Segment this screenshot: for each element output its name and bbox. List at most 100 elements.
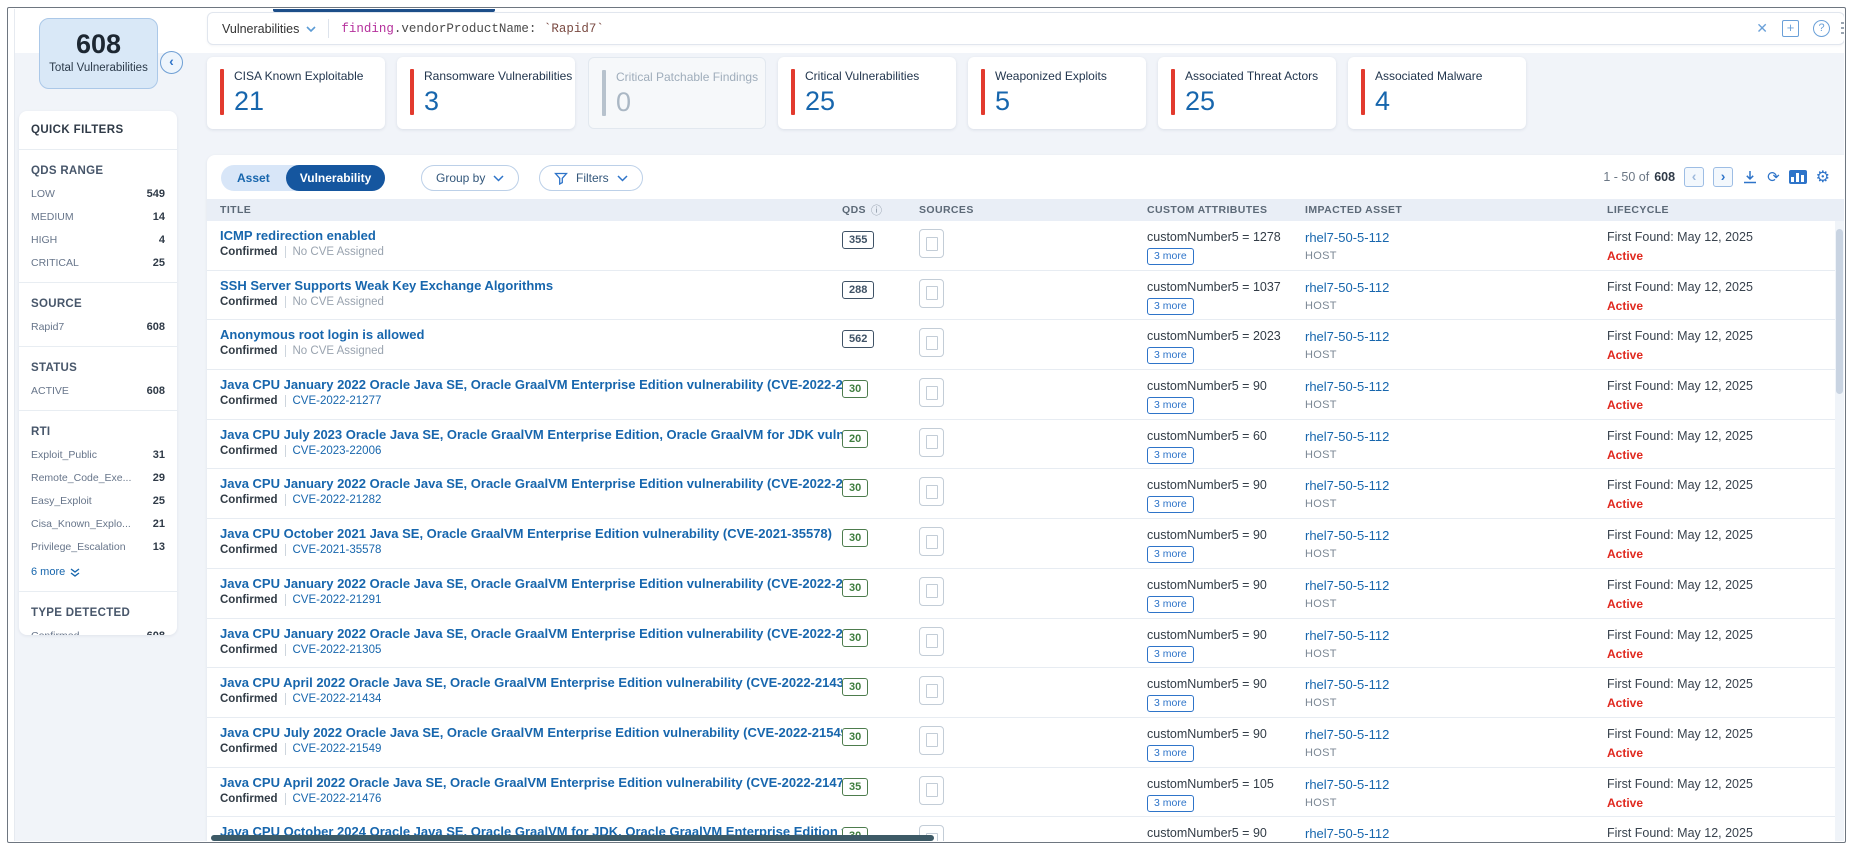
tab-vulnerability[interactable]: Vulnerability [286, 165, 386, 191]
vulnerability-title-link[interactable]: Java CPU January 2022 Oracle Java SE, Or… [220, 476, 842, 491]
more-attributes-button[interactable]: 3 more [1147, 397, 1194, 414]
more-attributes-button[interactable]: 3 more [1147, 646, 1194, 663]
table-header: TITLE QDSⓘ SOURCES CUSTOM ATTRIBUTES IMP… [207, 199, 1844, 221]
more-attributes-button[interactable]: 3 more [1147, 496, 1194, 513]
divider [19, 282, 177, 283]
table-row: Java CPU April 2022 Oracle Java SE, Orac… [207, 668, 1835, 718]
horizontal-scrollbar[interactable] [211, 835, 934, 841]
impacted-asset-link[interactable]: rhel7-50-5-112 [1305, 379, 1607, 394]
more-attributes-button[interactable]: 3 more [1147, 695, 1194, 712]
more-attributes-button[interactable]: 3 more [1147, 546, 1194, 563]
impacted-asset-link[interactable]: rhel7-50-5-112 [1305, 826, 1607, 841]
table-row: ICMP redirection enabled ConfirmedNo CVE… [207, 221, 1835, 271]
more-attributes-button[interactable]: 3 more [1147, 248, 1194, 265]
vulnerability-title-link[interactable]: Java CPU April 2022 Oracle Java SE, Orac… [220, 775, 842, 790]
pagination-total: 608 [1654, 170, 1675, 184]
filter-item-remote-code-exec[interactable]: Remote_Code_Exe...29 [31, 472, 165, 484]
stat-card-associated-malware[interactable]: Associated Malware 4 [1348, 57, 1526, 129]
source-icon [919, 726, 944, 755]
vertical-scrollbar[interactable] [1835, 221, 1844, 841]
vulnerability-title-link[interactable]: SSH Server Supports Weak Key Exchange Al… [220, 278, 842, 293]
pagination-range: 1 - 50 of [1603, 170, 1649, 184]
vulnerability-title-link[interactable]: Java CPU January 2022 Oracle Java SE, Or… [220, 576, 842, 591]
cve-link[interactable]: CVE-2021-35578 [293, 544, 382, 556]
filter-item-high[interactable]: HIGH4 [31, 234, 165, 246]
impacted-asset-link[interactable]: rhel7-50-5-112 [1305, 478, 1607, 493]
stat-card-weaponized-exploits[interactable]: Weaponized Exploits 5 [968, 57, 1146, 129]
more-attributes-button[interactable]: 3 more [1147, 298, 1194, 315]
filter-item-rapid7[interactable]: Rapid7608 [31, 321, 165, 333]
column-sources: SOURCES [919, 204, 1147, 216]
impacted-asset-link[interactable]: rhel7-50-5-112 [1305, 727, 1607, 742]
menu-icon[interactable] [1841, 22, 1844, 37]
stat-card-critical-patchable-findings[interactable]: Critical Patchable Findings 0 [588, 57, 766, 129]
filter-item-easy-exploit[interactable]: Easy_Exploit25 [31, 495, 165, 507]
impacted-asset-link[interactable]: rhel7-50-5-112 [1305, 528, 1607, 543]
filter-item-medium[interactable]: MEDIUM14 [31, 211, 165, 223]
cve-link[interactable]: CVE-2022-21291 [293, 594, 382, 606]
vulnerability-title-link[interactable]: Anonymous root login is allowed [220, 327, 842, 342]
impacted-asset-link[interactable]: rhel7-50-5-112 [1305, 429, 1607, 444]
prev-page-button[interactable]: ‹ [1684, 167, 1704, 187]
vulnerability-title-link[interactable]: Java CPU July 2023 Oracle Java SE, Oracl… [220, 427, 842, 442]
clear-search-icon[interactable]: ✕ [1756, 20, 1768, 37]
show-more-link[interactable]: 6 more [31, 566, 165, 578]
cve-link[interactable]: CVE-2022-21549 [293, 743, 382, 755]
stat-card-critical-vulnerabilities[interactable]: Critical Vulnerabilities 25 [778, 57, 956, 129]
impacted-asset-link[interactable]: rhel7-50-5-112 [1305, 329, 1607, 344]
search-query-input[interactable]: finding.vendorProductName: `Rapid7` [329, 22, 1756, 36]
filter-item-low[interactable]: LOW549 [31, 188, 165, 200]
tab-asset[interactable]: Asset [221, 171, 286, 185]
impacted-asset-link[interactable]: rhel7-50-5-112 [1305, 777, 1607, 792]
info-icon[interactable]: ⓘ [871, 202, 882, 218]
first-found-label: First Found: May 12, 2025 [1607, 578, 1835, 592]
cve-link[interactable]: CVE-2022-21434 [293, 693, 382, 705]
filter-item-confirmed[interactable]: Confirmed608 [31, 630, 165, 635]
collapse-sidebar-button[interactable]: ‹ [160, 51, 183, 74]
chart-view-icon[interactable] [1789, 170, 1807, 184]
group-by-dropdown[interactable]: Group by [421, 165, 519, 191]
more-attributes-button[interactable]: 3 more [1147, 745, 1194, 762]
cve-link[interactable]: CVE-2023-22006 [293, 445, 382, 457]
cve-link[interactable]: CVE-2022-21282 [293, 494, 382, 506]
filter-item-active[interactable]: ACTIVE608 [31, 385, 165, 397]
impacted-asset-link[interactable]: rhel7-50-5-112 [1305, 677, 1607, 692]
qds-score-badge: 35 [842, 778, 868, 796]
vulnerability-title-link[interactable]: Java CPU July 2022 Oracle Java SE, Oracl… [220, 725, 842, 740]
impacted-asset-link[interactable]: rhel7-50-5-112 [1305, 578, 1607, 593]
stat-card-ransomware-vulnerabilities[interactable]: Ransomware Vulnerabilities 3 [397, 57, 575, 129]
cve-link[interactable]: CVE-2022-21476 [293, 793, 382, 805]
source-icon [919, 577, 944, 606]
cve-link[interactable]: CVE-2022-21305 [293, 644, 382, 656]
refresh-icon[interactable]: ⟳ [1767, 168, 1780, 186]
asset-type-label: HOST [1305, 399, 1607, 411]
more-attributes-button[interactable]: 3 more [1147, 596, 1194, 613]
help-icon[interactable]: ? [1813, 20, 1830, 37]
impacted-asset-link[interactable]: rhel7-50-5-112 [1305, 280, 1607, 295]
next-page-button[interactable]: › [1713, 167, 1733, 187]
download-icon[interactable] [1742, 170, 1758, 185]
filter-item-cisa-known-exploit[interactable]: Cisa_Known_Explo...21 [31, 518, 165, 530]
stat-card-associated-threat-actors[interactable]: Associated Threat Actors 25 [1158, 57, 1336, 129]
filters-dropdown[interactable]: Filters [539, 165, 643, 191]
vulnerability-title-link[interactable]: Java CPU April 2022 Oracle Java SE, Orac… [220, 675, 842, 690]
more-attributes-button[interactable]: 3 more [1147, 447, 1194, 464]
more-attributes-button[interactable]: 3 more [1147, 795, 1194, 812]
vulnerability-title-link[interactable]: Java CPU January 2022 Oracle Java SE, Or… [220, 377, 842, 392]
impacted-asset-link[interactable]: rhel7-50-5-112 [1305, 230, 1607, 245]
stat-card-cisa-known-exploitable[interactable]: CISA Known Exploitable 21 [207, 57, 385, 129]
filter-item-privilege-escalation[interactable]: Privilege_Escalation13 [31, 541, 165, 553]
more-attributes-button[interactable]: 3 more [1147, 347, 1194, 364]
vertical-scrollbar-thumb[interactable] [1836, 229, 1843, 394]
cve-link[interactable]: CVE-2022-21277 [293, 395, 382, 407]
vulnerability-title-link[interactable]: Java CPU October 2021 Java SE, Oracle Gr… [220, 526, 842, 541]
source-icon [919, 328, 944, 357]
filter-item-critical[interactable]: CRITICAL25 [31, 257, 165, 269]
vulnerability-title-link[interactable]: Java CPU January 2022 Oracle Java SE, Or… [220, 626, 842, 641]
impacted-asset-link[interactable]: rhel7-50-5-112 [1305, 628, 1607, 643]
settings-gear-icon[interactable]: ⚙ [1816, 167, 1830, 187]
search-scope-dropdown[interactable]: Vulnerabilities [208, 13, 328, 44]
filter-item-exploit-public[interactable]: Exploit_Public31 [31, 449, 165, 461]
vulnerability-title-link[interactable]: ICMP redirection enabled [220, 228, 842, 243]
add-to-dashboard-icon[interactable]: + [1782, 20, 1799, 37]
